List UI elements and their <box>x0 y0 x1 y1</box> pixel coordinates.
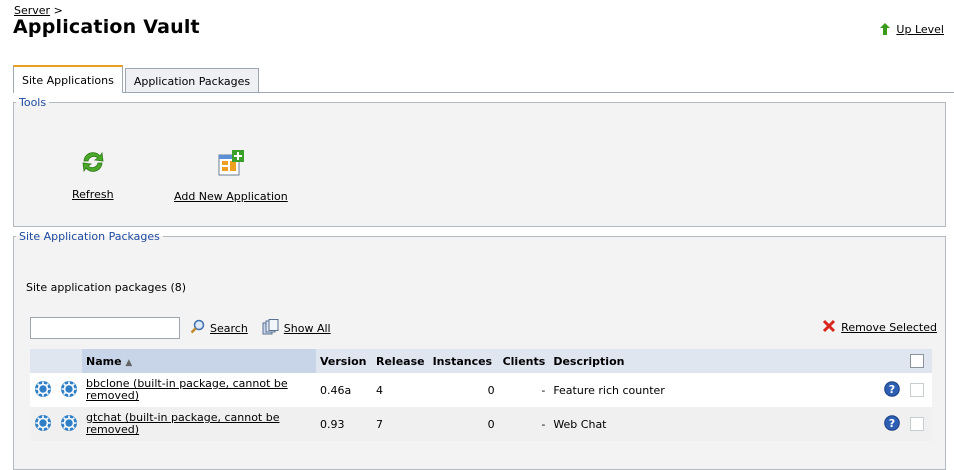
release-cell: 4 <box>372 373 429 407</box>
header-spacer-1 <box>30 349 56 373</box>
remove-x-icon <box>822 319 836 336</box>
clients-cell: - <box>498 407 550 441</box>
packages-legend: Site Application Packages <box>19 230 160 243</box>
show-all-label[interactable]: Show All <box>284 322 331 335</box>
clients-cell: - <box>498 373 550 407</box>
tab-label: Application Packages <box>133 74 251 88</box>
header-spacer-2 <box>56 349 82 373</box>
column-header-version[interactable]: Version <box>316 349 372 373</box>
help-icon[interactable]: ? <box>884 380 900 400</box>
help-cell: ? <box>880 373 906 407</box>
sort-ascending-icon: ▲ <box>125 357 133 368</box>
version-cell: 0.46a <box>316 373 372 407</box>
add-application-icon <box>174 149 288 180</box>
svg-text:?: ? <box>889 383 895 396</box>
type-cell <box>56 373 82 407</box>
tab-bar: Site Applications Application Packages <box>13 65 261 93</box>
column-header-description[interactable]: Description <box>549 349 880 373</box>
site-application-packages-panel: Site Application Packages Site applicati… <box>13 230 946 470</box>
table-header-row: Name ▲ Version Release Instances Clients… <box>30 349 932 373</box>
instances-cell: 0 <box>428 373 499 407</box>
package-status-icon <box>34 380 52 401</box>
table-row: bbclone (built-in package, cannot be rem… <box>30 373 932 407</box>
packages-table: Name ▲ Version Release Instances Clients… <box>30 349 932 441</box>
search-label[interactable]: Search <box>210 322 248 335</box>
search-bar: Search Show All Remove Selected <box>30 316 937 340</box>
tab-divider <box>13 92 954 93</box>
help-icon[interactable]: ? <box>884 414 900 434</box>
tab-label: Site Applications <box>22 73 114 87</box>
package-type-icon <box>60 414 78 435</box>
svg-text:?: ? <box>889 417 895 430</box>
status-cell <box>30 373 56 407</box>
remove-selected-button[interactable]: Remove Selected <box>822 319 937 336</box>
add-new-application-tool[interactable]: Add New Application <box>174 149 288 203</box>
column-header-name[interactable]: Name ▲ <box>82 349 316 373</box>
name-cell: bbclone (built-in package, cannot be rem… <box>82 373 316 407</box>
row-checkbox[interactable] <box>910 383 924 397</box>
select-cell <box>906 373 932 407</box>
tools-legend: Tools <box>19 96 47 109</box>
up-level-link[interactable]: Up Level <box>878 22 944 36</box>
package-type-icon <box>60 380 78 401</box>
column-header-release[interactable]: Release <box>372 349 429 373</box>
header-spacer-3 <box>880 349 906 373</box>
tab-site-applications[interactable]: Site Applications <box>13 65 123 93</box>
refresh-tool[interactable]: Refresh <box>72 149 114 201</box>
column-header-instances[interactable]: Instances <box>428 349 499 373</box>
description-cell: Feature rich counter <box>549 373 880 407</box>
header-select-all <box>906 349 932 373</box>
table-row: gtchat (built-in package, cannot be remo… <box>30 407 932 441</box>
column-header-clients[interactable]: Clients <box>498 349 550 373</box>
name-cell: gtchat (built-in package, cannot be remo… <box>82 407 316 441</box>
refresh-icon <box>72 149 114 178</box>
show-all-icon <box>262 318 280 338</box>
show-all-button[interactable]: Show All <box>262 318 331 338</box>
instances-cell: 0 <box>428 407 499 441</box>
name-header-label: Name <box>86 354 122 368</box>
help-cell: ? <box>880 407 906 441</box>
package-count: Site application packages (8) <box>26 281 187 294</box>
package-name-link[interactable]: gtchat (built-in package, cannot be remo… <box>86 412 306 436</box>
tab-application-packages[interactable]: Application Packages <box>124 68 260 93</box>
package-status-icon <box>34 414 52 435</box>
select-cell <box>906 407 932 441</box>
remove-selected-label[interactable]: Remove Selected <box>841 321 937 334</box>
tools-panel: Tools Refresh Add New Application <box>13 96 946 227</box>
type-cell <box>56 407 82 441</box>
package-name-link[interactable]: bbclone (built-in package, cannot be rem… <box>86 378 306 402</box>
release-cell: 7 <box>372 407 429 441</box>
version-cell: 0.93 <box>316 407 372 441</box>
up-arrow-icon <box>878 22 892 36</box>
up-level-label[interactable]: Up Level <box>896 23 944 36</box>
row-checkbox[interactable] <box>910 417 924 431</box>
page-title: Application Vault <box>13 16 200 38</box>
search-button[interactable]: Search <box>190 319 248 338</box>
magnifier-icon <box>190 319 206 338</box>
select-all-checkbox[interactable] <box>910 354 924 368</box>
description-cell: Web Chat <box>549 407 880 441</box>
refresh-link[interactable]: Refresh <box>72 188 114 201</box>
status-cell <box>30 407 56 441</box>
search-input[interactable] <box>30 317 180 339</box>
add-new-application-link[interactable]: Add New Application <box>174 190 288 203</box>
